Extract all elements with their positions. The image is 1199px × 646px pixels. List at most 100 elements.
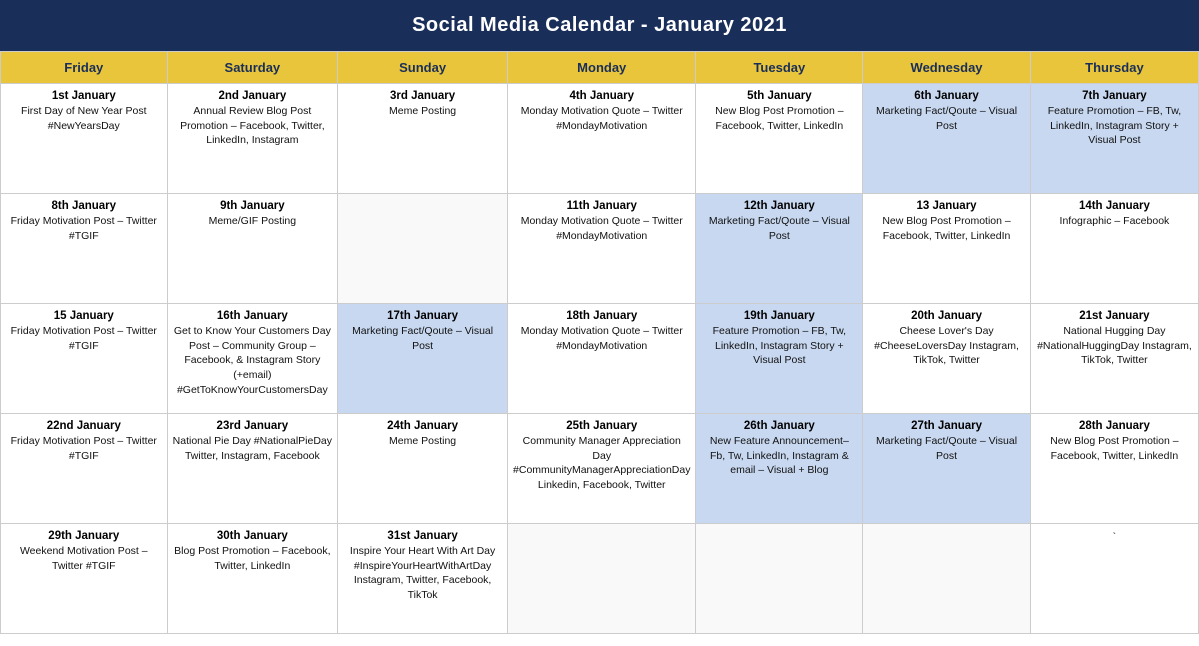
week-row-4: 22nd JanuaryFriday Motivation Post – Twi… bbox=[1, 414, 1199, 524]
calendar-cell: 17th January Marketing Fact/Qoute – Visua… bbox=[338, 304, 508, 414]
calendar-cell: 13 JanuaryNew Blog Post Promotion – Face… bbox=[863, 194, 1031, 304]
cell-date: 16th January bbox=[173, 310, 333, 322]
column-header-monday: Monday bbox=[508, 52, 696, 84]
calendar-cell: 2nd JanuaryAnnual Review Blog Post Promo… bbox=[167, 84, 338, 194]
calendar-cell: 15 January Friday Motivation Post – Twitt… bbox=[1, 304, 168, 414]
calendar-cell: 5th January New Blog Post Promotion – Fac… bbox=[696, 84, 863, 194]
cell-date: 15 January bbox=[6, 310, 162, 322]
calendar-cell bbox=[863, 524, 1031, 634]
cell-content: Feature Promotion – FB, Tw, LinkedIn, In… bbox=[1036, 104, 1193, 148]
cell-date: 18th January bbox=[513, 310, 690, 322]
column-header-wednesday: Wednesday bbox=[863, 52, 1031, 84]
cell-content: Marketing Fact/Qoute – Visual Post bbox=[701, 214, 857, 243]
cell-date: 14th January bbox=[1036, 200, 1193, 212]
cell-content: Meme Posting bbox=[343, 434, 502, 449]
calendar-cell: 9th January Meme/GIF Posting bbox=[167, 194, 338, 304]
calendar-cell: 8th JanuaryFriday Motivation Post – Twit… bbox=[1, 194, 168, 304]
cell-date: 13 January bbox=[868, 200, 1025, 212]
calendar-cell: 20th January Cheese Lover's Day #CheeseLo… bbox=[863, 304, 1031, 414]
calendar-cell: 25th JanuaryCommunity Manager Appreciati… bbox=[508, 414, 696, 524]
cell-date: 17th January bbox=[343, 310, 502, 322]
column-header-friday: Friday bbox=[1, 52, 168, 84]
cell-content: Meme/GIF Posting bbox=[173, 214, 333, 229]
week-row-2: 8th JanuaryFriday Motivation Post – Twit… bbox=[1, 194, 1199, 304]
cell-date: 19th January bbox=[701, 310, 857, 322]
cell-date: 29th January bbox=[6, 530, 162, 542]
calendar-cell: 26th January New Feature Announcement– Fb… bbox=[696, 414, 863, 524]
calendar-cell: 11th January Monday Motivation Quote – Tw… bbox=[508, 194, 696, 304]
cell-date: 21st January bbox=[1036, 310, 1193, 322]
cell-date: 2nd January bbox=[173, 90, 333, 102]
week-row-3: 15 January Friday Motivation Post – Twitt… bbox=[1, 304, 1199, 414]
cell-date: 22nd January bbox=[6, 420, 162, 432]
column-header-saturday: Saturday bbox=[167, 52, 338, 84]
calendar-cell: 7th January Feature Promotion – FB, Tw, L… bbox=[1030, 84, 1198, 194]
cell-date: 20th January bbox=[868, 310, 1025, 322]
cell-date: 26th January bbox=[701, 420, 857, 432]
cell-content: Monday Motivation Quote – Twitter #Monda… bbox=[513, 104, 690, 133]
calendar-cell: 16th January Get to Know Your Customers D… bbox=[167, 304, 338, 414]
calendar-cell: 12th January Marketing Fact/Qoute – Visua… bbox=[696, 194, 863, 304]
column-headers-row: FridaySaturdaySundayMondayTuesdayWednesd… bbox=[1, 52, 1199, 84]
cell-content: Friday Motivation Post – Twitter #TGIF bbox=[6, 324, 162, 353]
calendar-cell: 18th January Monday Motivation Quote – Tw… bbox=[508, 304, 696, 414]
cell-content: New Feature Announcement– Fb, Tw, Linked… bbox=[701, 434, 857, 478]
calendar-cell: 3rd January Meme Posting bbox=[338, 84, 508, 194]
cell-date: 31st January bbox=[343, 530, 502, 542]
cell-content: New Blog Post Promotion – Facebook, Twit… bbox=[701, 104, 857, 133]
cell-content: Meme Posting bbox=[343, 104, 502, 119]
cell-date: 28th January bbox=[1036, 420, 1193, 432]
cell-content: Marketing Fact/Qoute – Visual Post bbox=[868, 434, 1025, 463]
cell-date: 12th January bbox=[701, 200, 857, 212]
cell-date: 27th January bbox=[868, 420, 1025, 432]
cell-date: 3rd January bbox=[343, 90, 502, 102]
calendar-cell: 24th January Meme Posting bbox=[338, 414, 508, 524]
cell-date: 1st January bbox=[6, 90, 162, 102]
cell-content: ` bbox=[1036, 530, 1193, 545]
calendar-cell: 23rd January National Pie Day #NationalPi… bbox=[167, 414, 338, 524]
calendar-cell: 21st January National Hugging Day #Nation… bbox=[1030, 304, 1198, 414]
cell-content: Friday Motivation Post – Twitter #TGIF bbox=[6, 214, 162, 243]
cell-content: Get to Know Your Customers Day Post – Co… bbox=[173, 324, 333, 397]
cell-content: Marketing Fact/Qoute – Visual Post bbox=[343, 324, 502, 353]
cell-content: Blog Post Promotion – Facebook, Twitter,… bbox=[173, 544, 333, 573]
cell-date: 9th January bbox=[173, 200, 333, 212]
cell-date: 23rd January bbox=[173, 420, 333, 432]
calendar-cell bbox=[696, 524, 863, 634]
cell-content: Monday Motivation Quote – Twitter #Monda… bbox=[513, 324, 690, 353]
calendar-cell: 14th January Infographic – Facebook bbox=[1030, 194, 1198, 304]
cell-content: National Pie Day #NationalPieDay Twitter… bbox=[173, 434, 333, 463]
calendar-cell: 19th JanuaryFeature Promotion – FB, Tw, … bbox=[696, 304, 863, 414]
cell-content: Weekend Motivation Post – Twitter #TGIF bbox=[6, 544, 162, 573]
calendar-header: Social Media Calendar - January 2021 bbox=[0, 0, 1199, 51]
calendar-cell: 6th JanuaryMarketing Fact/Qoute – Visual… bbox=[863, 84, 1031, 194]
calendar-cell: 27th January Marketing Fact/Qoute – Visua… bbox=[863, 414, 1031, 524]
week-row-5: 29th January Weekend Motivation Post – Tw… bbox=[1, 524, 1199, 634]
week-row-1: 1st JanuaryFirst Day of New Year Post #N… bbox=[1, 84, 1199, 194]
cell-content: Community Manager Appreciation Day #Comm… bbox=[513, 434, 690, 493]
cell-content: Infographic – Facebook bbox=[1036, 214, 1193, 229]
calendar-cell: 31st JanuaryInspire Your Heart With Art … bbox=[338, 524, 508, 634]
calendar-cell bbox=[508, 524, 696, 634]
cell-content: Monday Motivation Quote – Twitter #Monda… bbox=[513, 214, 690, 243]
cell-date: 11th January bbox=[513, 200, 690, 212]
column-header-thursday: Thursday bbox=[1030, 52, 1198, 84]
calendar-cell bbox=[338, 194, 508, 304]
cell-content: National Hugging Day #NationalHuggingDay… bbox=[1036, 324, 1193, 368]
calendar-cell: ` bbox=[1030, 524, 1198, 634]
cell-date: 24th January bbox=[343, 420, 502, 432]
cell-date: 5th January bbox=[701, 90, 857, 102]
calendar-cell: 28th January New Blog Post Promotion – Fa… bbox=[1030, 414, 1198, 524]
calendar-cell: 22nd JanuaryFriday Motivation Post – Twi… bbox=[1, 414, 168, 524]
cell-date: 4th January bbox=[513, 90, 690, 102]
calendar-cell: 4th January Monday Motivation Quote – Twi… bbox=[508, 84, 696, 194]
cell-content: New Blog Post Promotion – Facebook, Twit… bbox=[1036, 434, 1193, 463]
column-header-tuesday: Tuesday bbox=[696, 52, 863, 84]
calendar-cell: 29th January Weekend Motivation Post – Tw… bbox=[1, 524, 168, 634]
calendar-cell: 30th January Blog Post Promotion – Facebo… bbox=[167, 524, 338, 634]
cell-date: 30th January bbox=[173, 530, 333, 542]
cell-date: 7th January bbox=[1036, 90, 1193, 102]
cell-content: Cheese Lover's Day #CheeseLoversDay Inst… bbox=[868, 324, 1025, 368]
column-header-sunday: Sunday bbox=[338, 52, 508, 84]
cell-date: 6th January bbox=[868, 90, 1025, 102]
